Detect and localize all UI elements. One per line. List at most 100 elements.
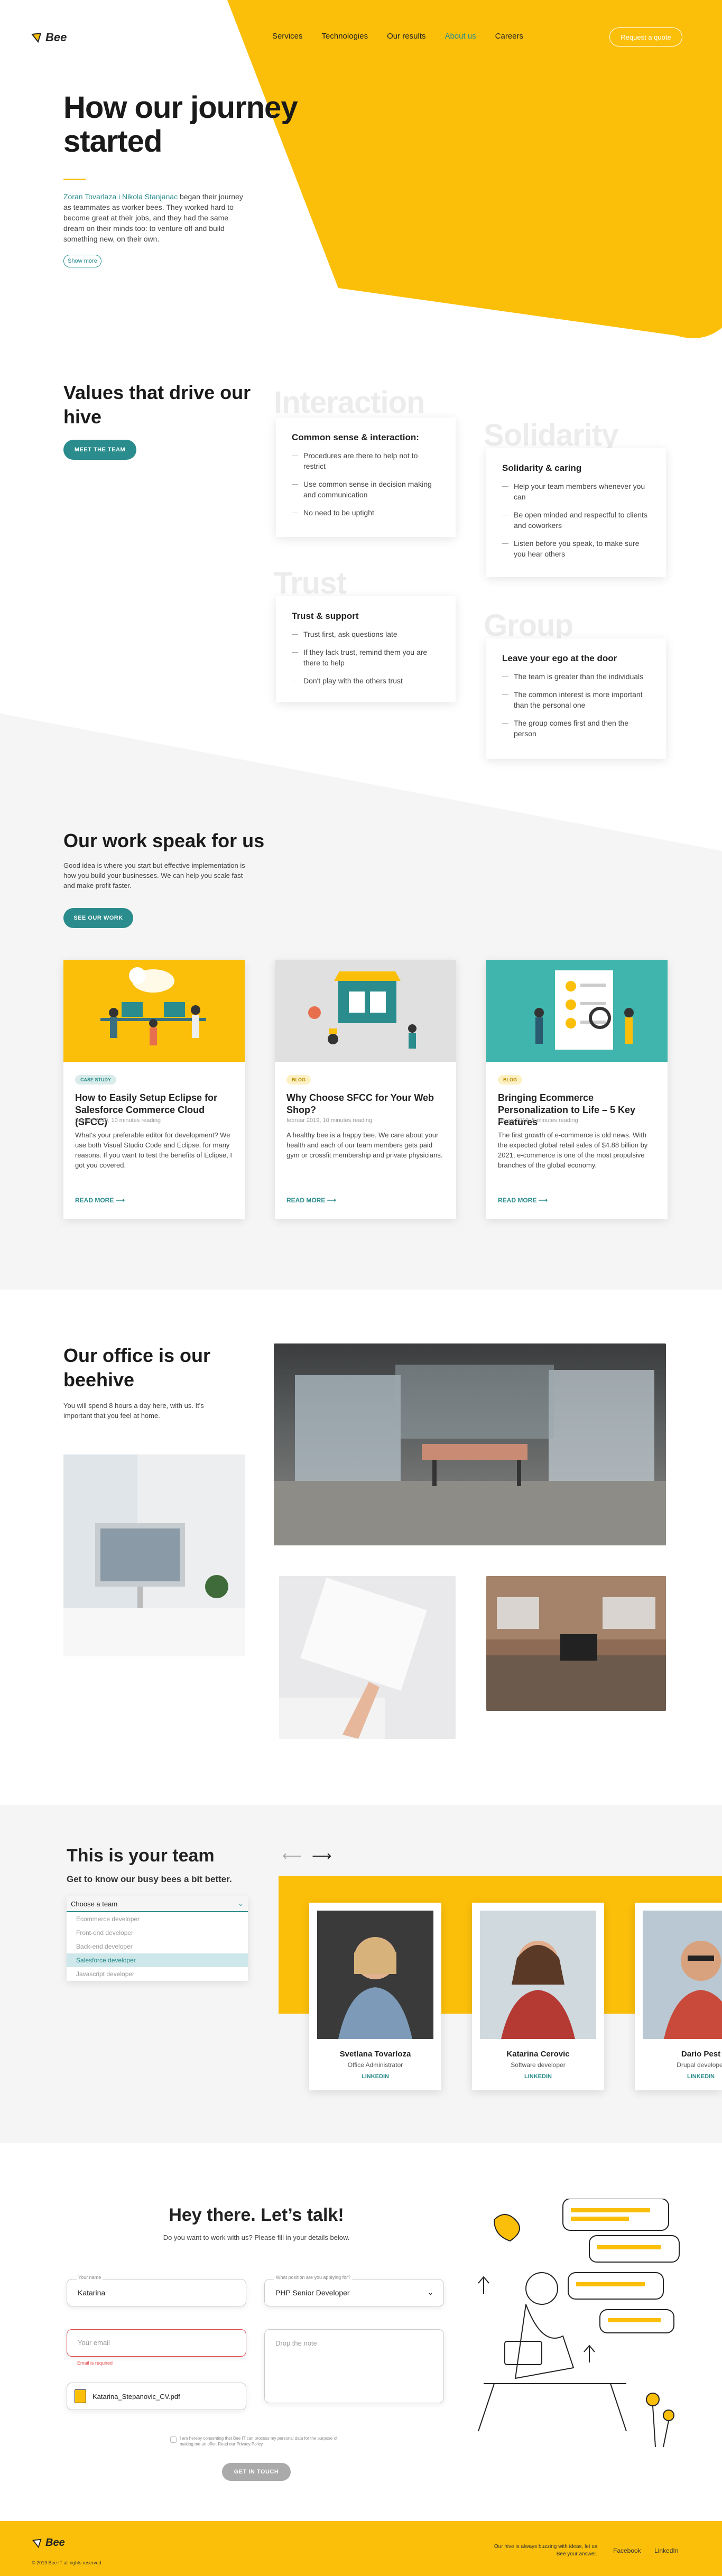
linkedin-footer-link[interactable]: LinkedIn (654, 2547, 678, 2554)
read-more-link[interactable]: READ MORE ⟶ (75, 1197, 125, 1204)
consent-checkbox[interactable] (170, 2436, 177, 2443)
team-option[interactable]: Javascript developer (67, 1967, 248, 1981)
member-name: Katarina Cerovic (506, 2050, 570, 2059)
office-text: You will spend 8 hours a day here, with … (63, 1402, 204, 1420)
meet-the-team-button[interactable]: MEET THE TEAM (63, 440, 136, 460)
value-card-group: Leave your ego at the door The team is g… (486, 638, 666, 759)
work-card-desc: The first growth of e-commerce is old ne… (498, 1131, 648, 1169)
office-title: Our office is our beehive (63, 1345, 211, 1391)
chevron-down-icon: ⌄ (427, 2288, 434, 2297)
member-photo-art (501, 1941, 575, 2039)
nav-our-results[interactable]: Our results (387, 32, 425, 41)
linkedin-link[interactable]: LINKEDIN (635, 2073, 722, 2080)
name-field[interactable]: Your name Katarina (67, 2275, 246, 2306)
team-option[interactable]: Back-end developer (67, 1940, 248, 1953)
team-option[interactable]: Ecommerce developer (67, 1912, 248, 1926)
team-dropdown-label: Choose a team (71, 1899, 118, 1908)
work-card-desc: A healthy bee is a happy bee. We care ab… (286, 1131, 443, 1159)
value-item: Be open minded and respectful to clients… (502, 509, 650, 531)
note-textarea[interactable]: Drop the note (264, 2329, 444, 2403)
member-photo-art (664, 1941, 722, 2039)
hero-yellow-shape (227, 0, 722, 338)
request-quote-button[interactable]: Request a quote (609, 27, 682, 47)
linkedin-link[interactable]: LINKEDIN (309, 2073, 441, 2080)
member-photo-art (338, 1937, 412, 2039)
contact-illustration (478, 2199, 680, 2448)
arrow-right-icon: ⟶ (538, 1197, 548, 1204)
team-member-card[interactable]: Svetlana Tovarloza Office Administrator … (309, 1903, 441, 2090)
value-title: Solidarity & caring (502, 463, 582, 473)
work-card[interactable]: BLOG Why Choose SFCC for Your Web Shop? … (275, 960, 456, 1219)
position-select-value: PHP Senior Developer (275, 2288, 350, 2297)
work-card-image (486, 960, 668, 1062)
facebook-link[interactable]: Facebook (613, 2547, 641, 2554)
office-photo-notebook (279, 1576, 456, 1739)
see-our-work-button[interactable]: SEE OUR WORK (63, 908, 133, 928)
read-more-label: READ MORE (498, 1197, 537, 1204)
value-item: Procedures are there to help not to rest… (292, 450, 440, 471)
team-subtitle: Get to know our busy bees a bit better. (67, 1874, 232, 1884)
office-photo-room-art (486, 1576, 666, 1711)
footer-logo-text: Bee (45, 2537, 65, 2549)
email-field[interactable]: Your email (67, 2329, 246, 2357)
hero-founders: Zoran Tovarlaza i Nikola Stanjanac (63, 192, 178, 201)
logo-text: Bee (45, 31, 67, 44)
logo[interactable]: Bee (31, 31, 67, 44)
ghost-interaction: Interaction (274, 385, 425, 420)
arrow-right-icon[interactable]: ⟶ (312, 1848, 331, 1864)
member-role: Drupal developer (677, 2061, 722, 2069)
position-select[interactable]: What position are you applying for? PHP … (264, 2275, 444, 2306)
read-more-label: READ MORE (75, 1197, 114, 1204)
work-card-image (275, 960, 456, 1062)
team-dropdown-header[interactable]: Choose a team ⌄ (67, 1896, 248, 1912)
value-item: Don't play with the others trust (292, 675, 440, 686)
work-tag: BLOG (498, 1075, 522, 1085)
value-item: No need to be uptight (292, 507, 440, 518)
nav-technologies[interactable]: Technologies (322, 32, 368, 41)
arrow-left-icon[interactable]: ⟵ (282, 1848, 302, 1864)
team-member-card[interactable]: Katarina Cerovic Software developer LINK… (472, 1903, 604, 2090)
show-more-button[interactable]: Show more (63, 255, 101, 267)
consent-text: I am hereby consenting that Bee IT can p… (180, 2436, 338, 2447)
position-select-label: What position are you applying for? (274, 2275, 353, 2280)
value-item: Help your team members whenever you can (502, 481, 650, 502)
email-error: Email is required (77, 2360, 113, 2366)
work-tag: BLOG (286, 1075, 311, 1085)
work-card[interactable]: CASE STUDY How to Easily Setup Eclipse f… (63, 960, 245, 1219)
value-title: Common sense & interaction: (292, 432, 419, 442)
office-photo-desk (63, 1454, 245, 1656)
member-role: Software developer (511, 2061, 566, 2069)
nav-careers[interactable]: Careers (495, 32, 523, 41)
ghost-group: Group (484, 608, 573, 643)
team-member-card[interactable]: Dario Pest Drupal developer LINKEDIN (635, 1903, 722, 2090)
work-card[interactable]: BLOG Bringing Ecommerce Personalization … (486, 960, 668, 1219)
team-option[interactable]: Front-end developer (67, 1926, 248, 1940)
work-card-image (63, 960, 245, 1062)
office-photo-room (486, 1576, 666, 1711)
ghost-solidarity: Solidarity (484, 418, 618, 452)
member-name: Svetlana Tovarloza (339, 2050, 411, 2059)
value-item: Trust first, ask questions late (292, 629, 440, 640)
value-item: If they lack trust, remind them you are … (292, 647, 440, 668)
linkedin-link[interactable]: LINKEDIN (472, 2073, 604, 2080)
member-name: Dario Pest (681, 2050, 721, 2059)
value-item: Use common sense in decision making and … (292, 479, 440, 500)
work-card-desc: What's your preferable editor for develo… (75, 1131, 232, 1169)
name-field-label: Your name (77, 2275, 103, 2280)
nav-about-us[interactable]: About us (445, 32, 476, 41)
cv-upload[interactable]: Katarina_Stepanovic_CV.pdf (67, 2383, 246, 2410)
nav-services[interactable]: Services (272, 32, 303, 41)
file-icon (75, 2389, 86, 2403)
email-field-placeholder: Your email (78, 2339, 110, 2347)
work-card-meta: februar 2019, 10 minutes reading (75, 1117, 161, 1124)
get-in-touch-button[interactable]: GET IN TOUCH (222, 2463, 291, 2481)
footer-logo[interactable]: Bee (32, 2537, 65, 2549)
team-dropdown[interactable]: Choose a team ⌄ Ecommerce developer Fron… (67, 1896, 248, 1981)
work-card-title[interactable]: Why Choose SFCC for Your Web Shop? (286, 1092, 445, 1116)
member-role: Office Administrator (347, 2061, 403, 2069)
read-more-link[interactable]: READ MORE ⟶ (498, 1197, 548, 1204)
team-title: This is your team (67, 1846, 215, 1866)
name-field-value: Katarina (78, 2288, 106, 2297)
team-option-selected[interactable]: Salesforce developer (67, 1953, 248, 1967)
read-more-link[interactable]: READ MORE ⟶ (286, 1197, 336, 1204)
